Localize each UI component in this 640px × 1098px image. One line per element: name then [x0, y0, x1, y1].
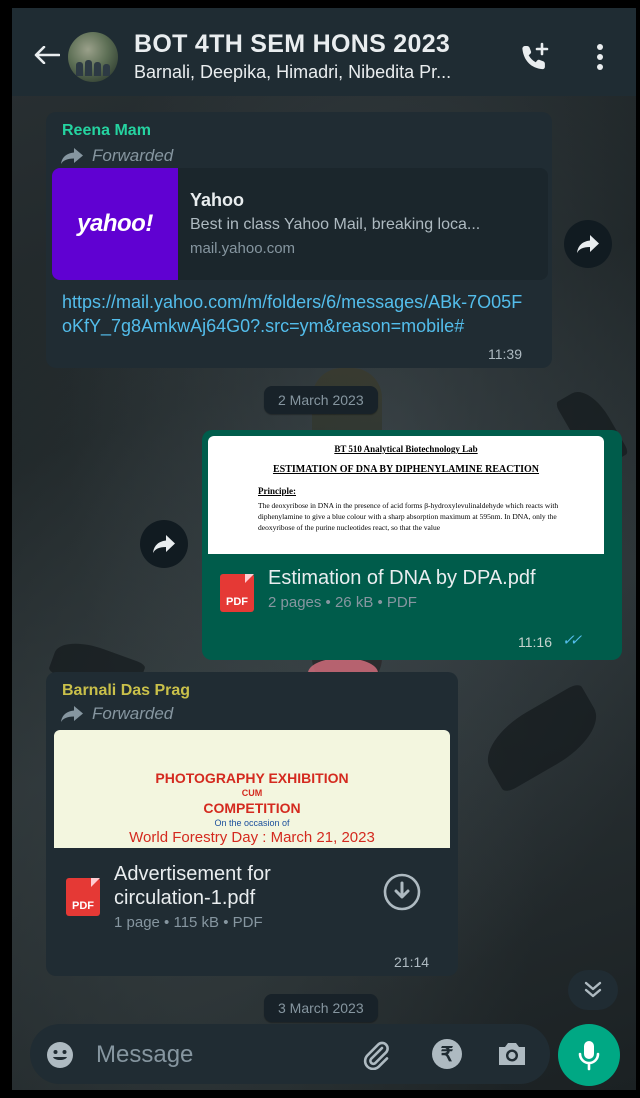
group-title[interactable]: BOT 4TH SEM HONS 2023	[134, 30, 450, 59]
date-separator: 3 March 2023	[264, 994, 378, 1022]
message-link[interactable]: https://mail.yahoo.com/m/folders/6/messa…	[62, 290, 532, 338]
document-meta: 1 page • 115 kB • PDF	[114, 914, 263, 931]
forward-icon	[577, 235, 599, 253]
message-bubble-incoming[interactable]: Reena Mam Forwarded yahoo! Yahoo Best in…	[46, 112, 552, 368]
chat-header: BOT 4TH SEM HONS 2023 Barnali, Deepika, …	[12, 8, 636, 96]
pdf-file-icon: PDF	[220, 574, 254, 612]
thumb-principle: Principle:	[258, 486, 296, 496]
sender-name: Barnali Das Prag	[62, 682, 191, 699]
forward-button[interactable]	[140, 520, 188, 568]
document-text: Estimation of DNA by DPA.pdf 2 pages • 2…	[268, 566, 536, 611]
yahoo-logo: yahoo!	[52, 168, 178, 280]
message-time: 21:14	[394, 954, 430, 970]
document-info[interactable]: PDF Estimation of DNA by DPA.pdf 2 pages…	[220, 564, 610, 612]
add-call-icon[interactable]	[520, 42, 550, 72]
forwarded-label: Forwarded	[60, 146, 173, 166]
emoji-icon[interactable]	[46, 1041, 74, 1069]
message-time: 11:16	[518, 634, 552, 650]
pdf-file-icon: PDF	[66, 877, 100, 916]
preview-domain: mail.yahoo.com	[190, 240, 296, 257]
back-arrow-icon[interactable]	[34, 46, 60, 64]
document-name: Advertisement for circulation-1.pdf	[114, 863, 271, 909]
more-vertical-icon[interactable]	[596, 44, 604, 70]
document-name: Estimation of DNA by DPA.pdf	[268, 566, 536, 589]
message-bubble-outgoing[interactable]: BT 510 Analytical Biotechnology Lab ESTI…	[202, 430, 622, 660]
voice-record-button[interactable]	[558, 1024, 620, 1086]
document-thumbnail[interactable]: PHOTOGRAPHY EXHIBITION CUM COMPETITION O…	[54, 730, 450, 848]
scroll-to-bottom-button[interactable]	[568, 970, 618, 1010]
preview-title: Yahoo	[190, 190, 245, 210]
sender-name: Reena Mam	[62, 122, 151, 139]
group-members[interactable]: Barnali, Deepika, Himadri, Nibedita Pr..…	[134, 62, 451, 83]
message-bubble-incoming[interactable]: Barnali Das Prag Forwarded PHOTOGRAPHY E…	[46, 672, 458, 976]
forward-icon	[153, 535, 175, 553]
forwarded-label: Forwarded	[60, 704, 173, 724]
mic-icon	[578, 1041, 600, 1071]
paperclip-icon[interactable]	[360, 1038, 392, 1070]
thumb-line: World Forestry Day : March 21, 2023	[129, 829, 375, 846]
document-info[interactable]: PDF Advertisement for circulation-1.pdf …	[66, 862, 366, 931]
thumb-body: The deoxyribose in DNA in the presence o…	[258, 501, 559, 532]
forwarded-icon	[61, 706, 83, 722]
forwarded-text: Forwarded	[92, 704, 174, 723]
camera-icon[interactable]	[496, 1040, 528, 1068]
payment-rupee-icon[interactable]: ₹	[432, 1039, 462, 1069]
thumb-line: COMPETITION	[203, 800, 301, 816]
message-input[interactable]	[94, 1040, 338, 1070]
thumb-line: CUM	[241, 788, 263, 798]
thumb-line: On the occasion of	[214, 818, 290, 828]
thumb-line: PHOTOGRAPHY EXHIBITION	[155, 770, 349, 786]
preview-description: Best in class Yahoo Mail, breaking loca.…	[190, 216, 481, 233]
wallpaper-leaf	[475, 682, 609, 794]
link-preview[interactable]: yahoo! Yahoo Best in class Yahoo Mail, b…	[52, 168, 548, 280]
chat-screen: BOT 4TH SEM HONS 2023 Barnali, Deepika, …	[10, 8, 638, 1090]
thumb-title: ESTIMATION OF DNA BY DIPHENYLAMINE REACT…	[272, 464, 540, 475]
date-separator: 2 March 2023	[264, 386, 378, 414]
message-time: 11:39	[488, 346, 522, 362]
message-composer: ₹	[30, 1024, 550, 1084]
forwarded-text: Forwarded	[92, 146, 174, 165]
group-avatar[interactable]	[68, 32, 118, 82]
document-thumbnail[interactable]: BT 510 Analytical Biotechnology Lab ESTI…	[208, 436, 604, 554]
document-meta: 2 pages • 26 kB • PDF	[268, 593, 417, 611]
thumb-header: BT 510 Analytical Biotechnology Lab	[334, 444, 478, 454]
document-text: Advertisement for circulation-1.pdf 1 pa…	[114, 862, 334, 931]
chevron-double-down-icon	[584, 981, 602, 998]
read-receipt-icon: ✓✓	[562, 632, 582, 649]
forwarded-icon	[61, 148, 83, 164]
download-icon[interactable]	[382, 872, 422, 912]
forward-button[interactable]	[564, 220, 612, 268]
